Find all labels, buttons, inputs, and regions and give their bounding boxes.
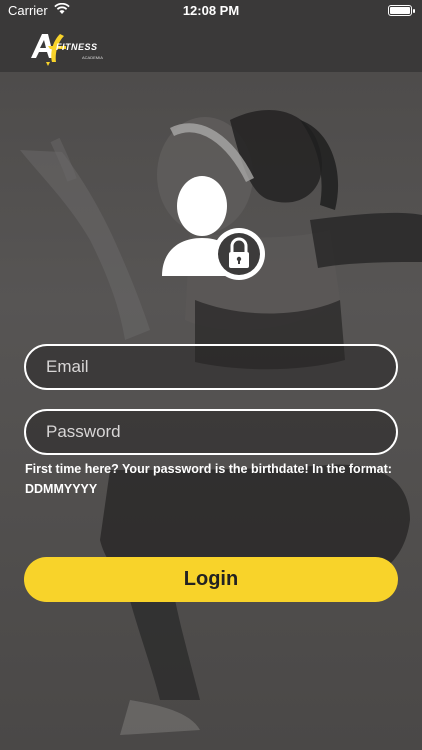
password-input[interactable] bbox=[46, 422, 396, 442]
battery-icon bbox=[388, 5, 415, 16]
user-lock-icon bbox=[162, 176, 265, 280]
battery-fill bbox=[390, 7, 410, 14]
email-field[interactable] bbox=[24, 344, 398, 390]
logo-text: FITNESS bbox=[56, 42, 98, 52]
top-app-bar: Carrier 12:08 PM FITNESS ACADEMIA bbox=[0, 0, 422, 72]
password-field[interactable] bbox=[24, 409, 398, 455]
login-screen: Carrier 12:08 PM FITNESS ACADEMIA Email … bbox=[0, 0, 422, 750]
status-bar: Carrier 12:08 PM bbox=[0, 0, 422, 22]
email-input[interactable] bbox=[46, 357, 396, 377]
password-hint: First time here? Your password is the bi… bbox=[25, 462, 392, 496]
logo-subtext: ACADEMIA bbox=[82, 55, 103, 60]
status-time: 12:08 PM bbox=[182, 3, 240, 18]
login-button[interactable]: Login bbox=[24, 557, 398, 602]
